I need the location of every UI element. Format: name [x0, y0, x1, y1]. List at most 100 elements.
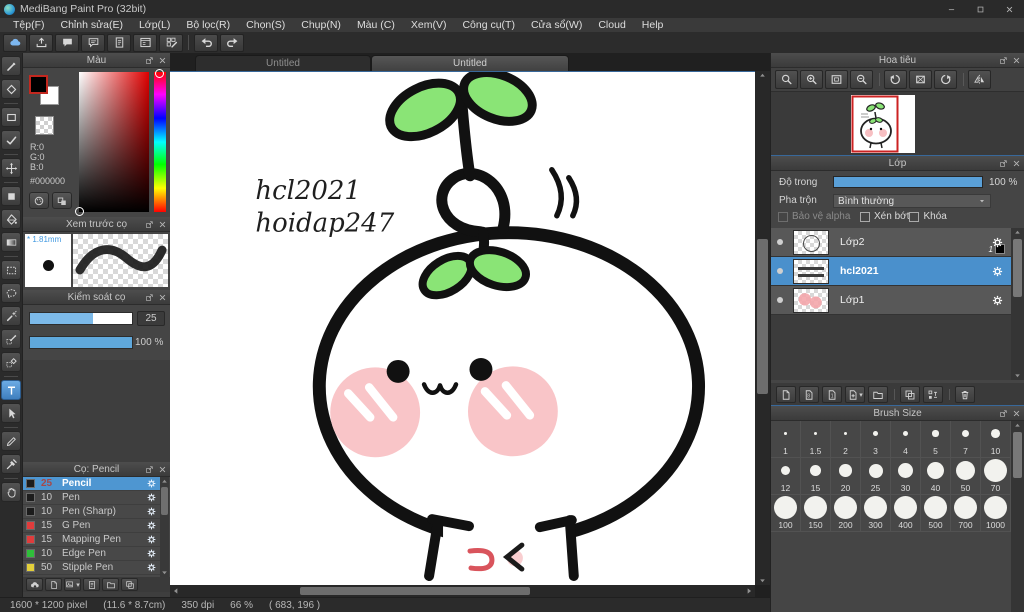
scroll-down-icon[interactable] [1014, 372, 1021, 379]
brush-size-cell[interactable]: 100 [771, 495, 801, 532]
duplicate-brush-button[interactable] [121, 578, 138, 591]
layer-row[interactable]: Lớp1 [771, 286, 1011, 315]
rotate-right-button[interactable] [934, 70, 957, 89]
scroll-up-icon[interactable] [1014, 229, 1021, 236]
flip-view-button[interactable] [963, 70, 991, 89]
popout-icon[interactable] [997, 158, 1009, 169]
brush-size-cell[interactable]: 4 [891, 421, 921, 458]
brush-size-cell[interactable]: 20 [831, 458, 861, 495]
merge-layer-button[interactable] [923, 386, 943, 403]
layer-opacity-slider[interactable] [833, 176, 983, 188]
gear-icon[interactable] [991, 265, 1004, 278]
menu-item[interactable]: Help [634, 19, 672, 31]
brush-size-cell[interactable]: 30 [891, 458, 921, 495]
foreground-color-swatch[interactable] [29, 75, 48, 94]
navigator-thumbnail[interactable] [850, 94, 915, 153]
checkbox-box[interactable] [778, 211, 788, 222]
shape-tool[interactable] [1, 103, 21, 127]
gear-icon[interactable] [146, 534, 157, 545]
canvas-drawing[interactable]: hcl2021 hoidap247 [170, 72, 755, 585]
zoom-in-button[interactable] [800, 70, 823, 89]
feedback-button[interactable] [81, 33, 105, 52]
scroll-right-icon[interactable] [745, 587, 753, 595]
scrollbar-thumb[interactable] [1013, 239, 1022, 297]
bucket-tool[interactable] [1, 209, 21, 229]
snap-tool[interactable] [1, 130, 21, 150]
scroll-up-icon[interactable] [161, 478, 168, 485]
visibility-dot[interactable] [777, 268, 783, 274]
layer-option-checkbox[interactable]: Bảo vệ alpha [778, 211, 860, 222]
scroll-down-icon[interactable] [161, 569, 168, 576]
close-icon[interactable] [156, 55, 168, 66]
horizontal-scrollbar[interactable] [170, 585, 755, 597]
brush-size-cell[interactable]: 150 [801, 495, 831, 532]
delete-layer-button[interactable] [949, 386, 975, 403]
scrollbar-thumb[interactable] [757, 239, 768, 394]
add-1bit-layer-button[interactable] [822, 386, 842, 403]
brush-row[interactable]: 15 Mapping Pen [23, 533, 160, 547]
gear-icon[interactable] [146, 548, 157, 559]
scroll-down-icon[interactable] [759, 577, 766, 584]
layer-row[interactable]: hcl2021 [771, 257, 1011, 286]
scroll-up-icon[interactable] [1014, 422, 1021, 429]
visibility-dot[interactable] [777, 297, 783, 303]
add-layer-button[interactable] [776, 386, 796, 403]
menu-item[interactable]: Chỉnh sửa(E) [53, 19, 131, 31]
gear-icon[interactable] [146, 506, 157, 517]
close-icon[interactable] [1010, 158, 1022, 169]
move-tool[interactable] [1, 154, 21, 178]
brush-size-cell[interactable]: 5 [921, 421, 951, 458]
scroll-left-icon[interactable] [172, 587, 180, 595]
gear-icon[interactable] [991, 294, 1004, 307]
palette-button[interactable] [29, 192, 49, 209]
add-layer-menu-button[interactable] [845, 386, 865, 403]
brush-size-cell[interactable]: 25 [861, 458, 891, 495]
brush-row[interactable]: 10 Pen (Sharp) [23, 505, 160, 519]
gear-icon[interactable] [146, 478, 157, 489]
gear-icon[interactable] [991, 236, 1004, 249]
menu-item[interactable]: Cửa sổ(W) [523, 19, 590, 31]
select-eraser-tool[interactable] [1, 352, 21, 372]
gear-icon[interactable] [146, 562, 157, 573]
brush-row[interactable]: 50 Stipple Pen [23, 561, 160, 575]
brush-folder-button[interactable] [102, 578, 119, 591]
brush-row[interactable]: 15 G Pen [23, 519, 160, 533]
brush-size-cell[interactable]: 7 [951, 421, 981, 458]
undo-button[interactable] [194, 33, 218, 52]
brush-size-cell[interactable]: 300 [861, 495, 891, 532]
scrollbar-thumb[interactable] [300, 587, 530, 595]
gear-icon[interactable] [146, 520, 157, 531]
popout-icon[interactable] [143, 219, 155, 230]
menu-item[interactable]: Công cụ(T) [454, 19, 523, 31]
hue-slider[interactable] [154, 69, 166, 212]
close-icon[interactable] [1010, 408, 1022, 419]
add-brush-button[interactable] [45, 578, 62, 591]
popout-icon[interactable] [143, 292, 155, 303]
popout-icon[interactable] [997, 408, 1009, 419]
checkbox-box[interactable] [909, 211, 920, 222]
brush-size-cell[interactable]: 700 [951, 495, 981, 532]
layer-row[interactable]: Lớp2 1 [771, 228, 1011, 257]
gear-icon[interactable] [146, 492, 157, 503]
brush-size-slider[interactable] [29, 312, 133, 325]
checkbox-box[interactable] [860, 211, 870, 222]
brush-row[interactable]: 25 Pencil [23, 477, 160, 491]
close-button[interactable] [995, 0, 1024, 18]
brush-from-image-button[interactable] [64, 578, 81, 591]
cloud-brush-button[interactable] [26, 578, 43, 591]
gradient-tool[interactable] [1, 232, 21, 252]
upload-button[interactable] [29, 33, 53, 52]
brush-size-scrollbar[interactable] [1011, 421, 1024, 612]
menu-item[interactable]: Tệp(F) [5, 19, 53, 31]
zoom-out-button[interactable] [850, 70, 873, 89]
menu-item[interactable]: Lớp(L) [131, 19, 178, 31]
text-tool[interactable] [1, 376, 21, 400]
brush-opacity-slider[interactable] [29, 336, 133, 349]
document-button[interactable] [107, 33, 131, 52]
layer-option-checkbox[interactable]: Khóa [909, 211, 947, 222]
menu-item[interactable]: Cloud [590, 19, 633, 31]
popout-icon[interactable] [997, 55, 1009, 66]
canvas-viewport[interactable]: hcl2021 hoidap247 [170, 71, 755, 585]
eyedropper-tool[interactable] [1, 454, 21, 474]
lasso-select-tool[interactable] [1, 283, 21, 303]
